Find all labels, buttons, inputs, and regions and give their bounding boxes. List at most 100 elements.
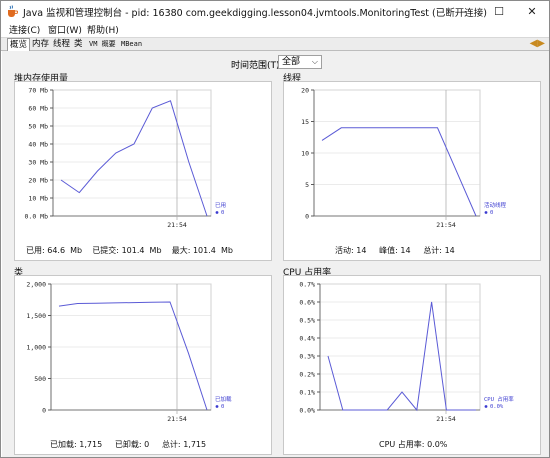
- threads-chart-frame: 0 5 10 15 20 21:54 活动线程 0: [283, 81, 541, 261]
- threads-legend-value: 0: [490, 210, 493, 216]
- tab-mbean[interactable]: MBean: [119, 38, 144, 51]
- threads-legend-marker: [484, 211, 488, 214]
- heap-y-tick-label: 30 Mb: [28, 159, 48, 167]
- application-window: Java 监视和管理控制台 - pid: 16380 com.geekdiggi…: [0, 0, 550, 458]
- threads-y-tick-label: 0: [305, 213, 309, 221]
- threads-peak-value: 14: [400, 246, 411, 255]
- heap-stats: 已用: 64.6 Mb 已提交: 101.4 Mb 最大: 101.4 Mb: [26, 245, 233, 256]
- cpu-legend-marker: [484, 405, 488, 408]
- menu-window[interactable]: 窗口(W): [48, 23, 82, 36]
- cpu-chart: 0.0% 0.1% 0.2% 0.3% 0.4% 0.5% 0.6% 0.7% 21:54 CPU…: [299, 281, 514, 424]
- threads-y-tick-label: 5: [305, 181, 309, 189]
- heap-panel: 堆内存使用量 0.0 Mb 10 Mb 20 Mb 30 Mb 40 Mb 50 Mb 60…: [14, 71, 272, 261]
- heap-legend-value: 0: [221, 210, 224, 216]
- time-range-select[interactable]: 全部 ⌵: [278, 55, 322, 69]
- menu-bar: 连接(C) 窗口(W) 帮助(H): [1, 22, 549, 37]
- cpu-plot-area: [319, 283, 481, 411]
- threads-total-label: 总计:: [423, 246, 443, 255]
- classes-unloaded-label: 已卸载:: [114, 440, 142, 449]
- classes-chart-frame: 0 500 1,000 1,500 2,000 21:54 已加载 0: [14, 275, 272, 455]
- classes-unloaded-value: 0: [144, 440, 150, 449]
- java-cup-icon: [8, 5, 18, 17]
- heap-max-value: 101.4 Mb: [192, 246, 233, 255]
- cpu-legend-value: 0.0%: [490, 404, 504, 410]
- cpu-legend-label: CPU 占用率: [484, 395, 514, 403]
- tab-vm-summary[interactable]: VM 概要: [87, 38, 118, 51]
- heap-chart-frame: 0.0 Mb 10 Mb 20 Mb 30 Mb 40 Mb 50 Mb 60 Mb 70 M…: [14, 81, 272, 261]
- tab-overview[interactable]: 概览: [7, 38, 31, 51]
- classes-y-tick-label: 1,000: [26, 344, 46, 352]
- menu-help[interactable]: 帮助(H): [87, 23, 119, 36]
- close-button[interactable]: ✕: [515, 1, 549, 22]
- classes-legend-marker: [215, 405, 219, 408]
- classes-y-tick-label: 2,000: [26, 281, 46, 289]
- cpu-x-tick-label: 21:54: [436, 415, 456, 423]
- classes-y-tick-label: 1,500: [26, 312, 46, 320]
- cpu-panel: CPU 占用率 0.0% 0.1% 0.2% 0.3% 0.4% 0.5% 0.6% 0.7%…: [283, 265, 541, 455]
- threads-x-tick-label: 21:54: [436, 221, 456, 229]
- heap-y-tick-label: 60 Mb: [28, 105, 48, 113]
- heap-legend-label: 已用: [215, 202, 226, 209]
- heap-y-tick-label: 70 Mb: [28, 87, 48, 95]
- classes-y-tick-label: 0: [42, 407, 46, 415]
- minimize-button[interactable]: –: [447, 1, 481, 22]
- menu-connection[interactable]: 连接(C): [9, 23, 40, 36]
- classes-legend-label: 已加载: [215, 395, 232, 403]
- heap-used-value: 64.6 Mb: [47, 246, 83, 255]
- classes-total-label: 总计:: [161, 440, 181, 449]
- threads-live-label: 活动:: [335, 246, 354, 255]
- window-title: Java 监视和管理控制台 - pid: 16380 com.geekdiggi…: [23, 8, 487, 19]
- threads-stats: 活动: 14 峰值: 14 总计: 14: [335, 245, 455, 256]
- heap-x-tick-label: 21:54: [167, 221, 187, 229]
- threads-panel: 线程 0 5 10 15 20 21:54 活动线程 0 活动: 14 峰值: 14 总计: …: [283, 71, 541, 261]
- overview-content: 时间范围(T): 全部 ⌵ 堆内存使用量 0.0 Mb 10 Mb 20 Mb 30 …: [2, 51, 549, 457]
- classes-panel: 类 0 500 1,000 1,500 2,000 21:54 已加载 0 已加载: 1,71…: [14, 265, 272, 455]
- classes-total-value: 1,715: [183, 440, 207, 449]
- heap-committed-label: 已提交:: [92, 246, 120, 255]
- heap-y-tick-label: 10 Mb: [28, 195, 48, 203]
- title-bar[interactable]: Java 监视和管理控制台 - pid: 16380 com.geekdiggi…: [1, 1, 549, 22]
- cpu-y-tick-label: 0.1%: [299, 389, 315, 397]
- classes-x-tick-label: 21:54: [167, 415, 187, 423]
- threads-peak-label: 峰值:: [379, 246, 398, 255]
- heap-used-label: 已用:: [26, 246, 45, 255]
- heap-legend-marker: [215, 211, 219, 214]
- tab-memory[interactable]: 内存: [30, 38, 51, 51]
- tab-scroll-right-icon[interactable]: ▶: [537, 38, 545, 49]
- cpu-y-tick-label: 0.3%: [299, 353, 315, 361]
- heap-plot-area: [52, 89, 212, 217]
- time-range-label: 时间范围(T):: [231, 61, 283, 71]
- classes-stats: 已加载: 1,715 已卸载: 0 总计: 1,715: [50, 439, 206, 450]
- heap-y-tick-label: 0.0 Mb: [25, 213, 49, 221]
- cpu-usage-label: CPU 占用率:: [379, 440, 425, 449]
- cpu-stats: CPU 占用率: 0.0%: [379, 439, 447, 450]
- classes-loaded-label: 已加载:: [50, 440, 77, 449]
- cpu-y-tick-label: 0.4%: [299, 335, 315, 343]
- threads-live-value: 14: [356, 246, 367, 255]
- cpu-y-tick-label: 0.7%: [299, 281, 315, 289]
- threads-y-tick-label: 10: [301, 150, 309, 158]
- threads-chart: 0510152021:54活动线程0: [301, 87, 506, 230]
- cpu-y-tick-label: 0.2%: [299, 371, 315, 379]
- tab-classes[interactable]: 类: [72, 38, 85, 51]
- cpu-usage-value: 0.0%: [427, 440, 448, 449]
- cpu-y-tick-label: 0.6%: [299, 299, 315, 307]
- threads-total-value: 14: [444, 246, 455, 255]
- classes-loaded-value: 1,715: [79, 440, 103, 449]
- tab-scroll-arrows[interactable]: ◀▶: [530, 38, 545, 51]
- heap-y-tick-label: 40 Mb: [28, 141, 48, 149]
- heap-committed-value: 101.4 Mb: [121, 246, 162, 255]
- classes-chart: 05001,0001,5002,00021:54已加载0: [26, 281, 232, 424]
- time-range-value: 全部: [282, 57, 301, 67]
- cpu-y-tick-label: 0.5%: [299, 317, 315, 325]
- tab-threads[interactable]: 线程: [51, 38, 72, 51]
- maximize-button[interactable]: ☐: [482, 1, 516, 22]
- threads-y-tick-label: 20: [301, 87, 309, 95]
- tab-bar: 概览 内存 线程 类 VM 概要 MBean ◀▶: [1, 37, 549, 51]
- classes-y-tick-label: 500: [34, 375, 46, 383]
- chevron-down-icon: ⌵: [311, 57, 318, 66]
- threads-y-tick-label: 15: [301, 118, 309, 126]
- heap-max-label: 最大:: [171, 246, 191, 255]
- classes-legend-value: 0: [221, 404, 224, 410]
- heap-y-tick-label: 50 Mb: [28, 123, 48, 131]
